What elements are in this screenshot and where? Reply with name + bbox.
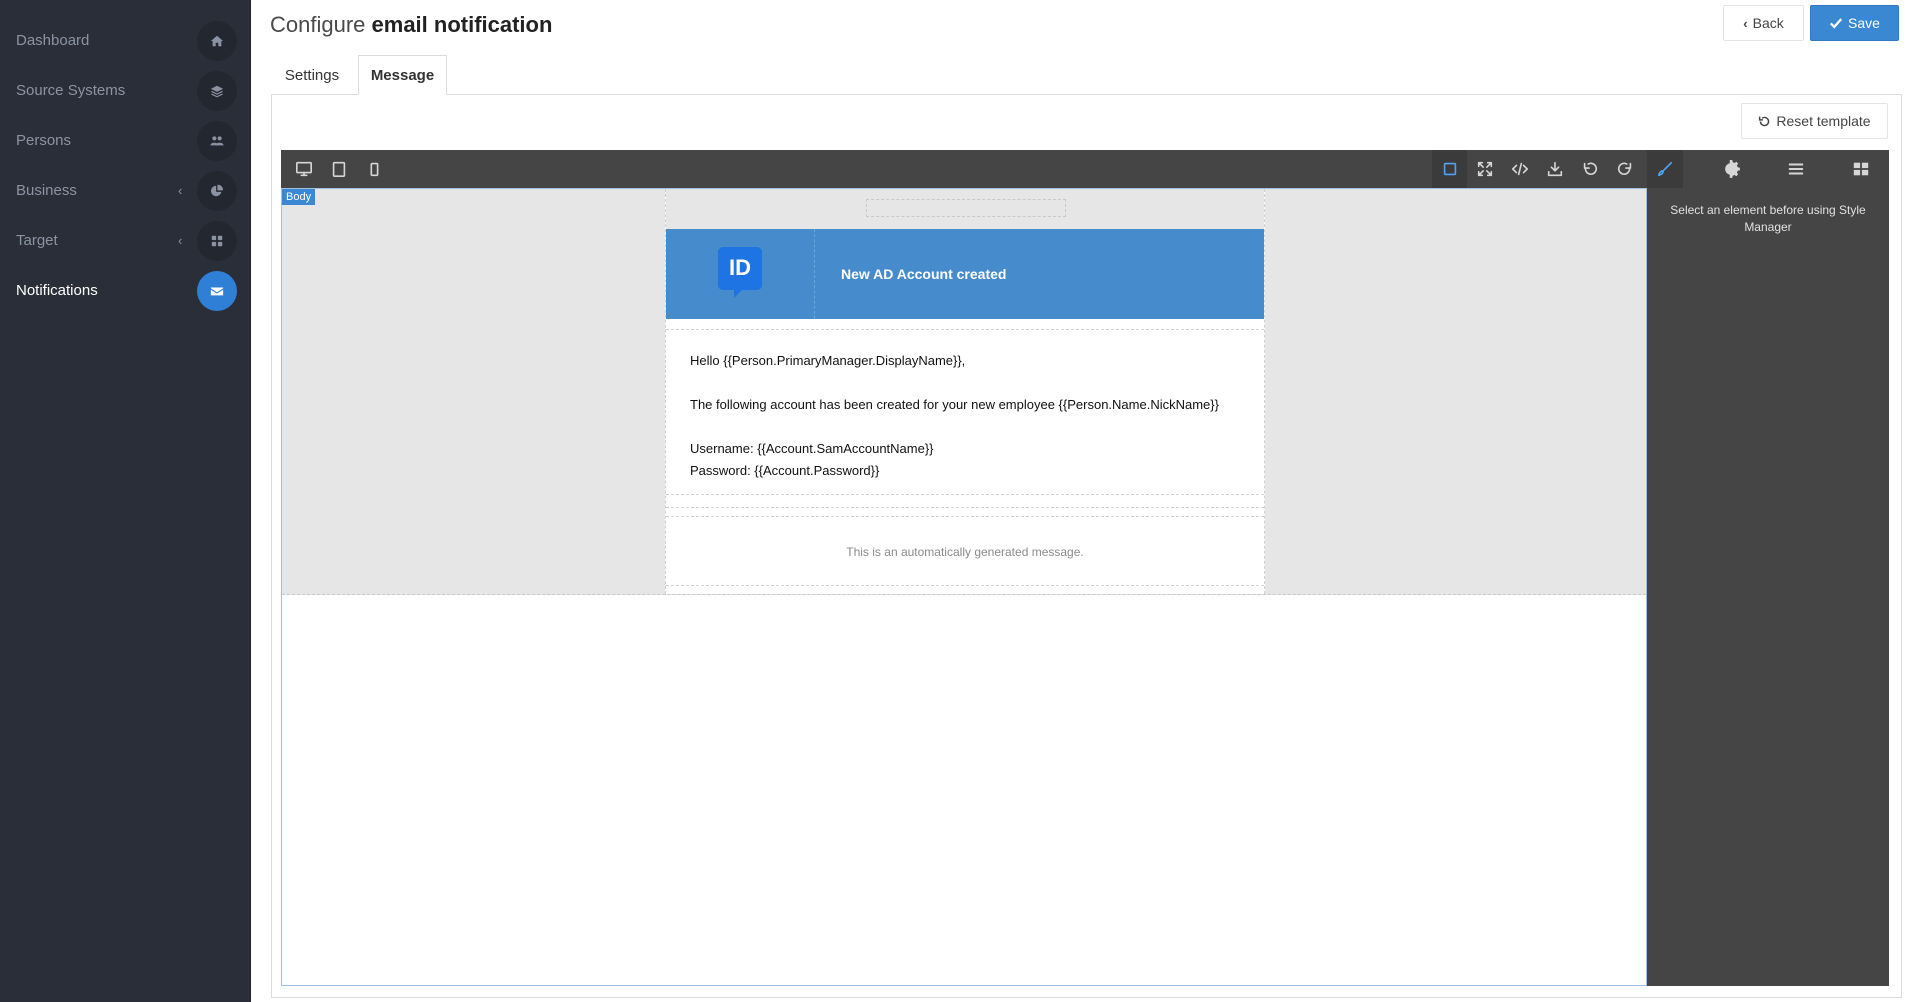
sidebar-item-persons[interactable]: Persons bbox=[0, 116, 251, 166]
id-logo: ID bbox=[718, 247, 762, 299]
sidebar-item-label: Target bbox=[16, 232, 58, 249]
chevron-left-icon: ‹ bbox=[178, 183, 183, 198]
tab-message[interactable]: Message bbox=[358, 55, 447, 95]
save-button-label: Save bbox=[1848, 15, 1880, 31]
tab-settings[interactable]: Settings bbox=[271, 55, 353, 95]
email-footer[interactable]: This is an automatically generated messa… bbox=[666, 524, 1264, 586]
email-template[interactable]: ID New AD Account created Hello {{Person… bbox=[665, 189, 1265, 594]
download-icon[interactable] bbox=[1537, 150, 1572, 188]
preheader-placeholder[interactable] bbox=[866, 199, 1066, 217]
chevron-left-icon: ‹ bbox=[1743, 15, 1748, 31]
sidebar-item-dashboard[interactable]: Dashboard bbox=[0, 16, 251, 66]
sidebar-item-notifications[interactable]: Notifications bbox=[0, 266, 251, 316]
undo-icon bbox=[1759, 116, 1770, 126]
body-badge: Body bbox=[282, 189, 316, 205]
sidebar-item-label: Dashboard bbox=[16, 32, 90, 49]
logo-text: ID bbox=[729, 255, 751, 280]
style-manager-panel: Select an element before using Style Man… bbox=[1647, 188, 1889, 986]
envelope-icon bbox=[197, 271, 237, 311]
chevron-left-icon: ‹ bbox=[178, 233, 183, 248]
save-button[interactable]: Save bbox=[1810, 5, 1899, 41]
code-icon[interactable] bbox=[1502, 150, 1537, 188]
sidebar-item-label: Source Systems bbox=[16, 82, 126, 99]
layers-icon bbox=[197, 71, 237, 111]
account-created-line[interactable]: The following account has been created f… bbox=[690, 394, 1240, 416]
device-mobile-icon[interactable] bbox=[356, 150, 391, 188]
username-line[interactable]: Username: {{Account.SamAccountName}} bbox=[690, 438, 1240, 460]
sidebar-item-label: Business bbox=[16, 182, 77, 199]
home-icon bbox=[197, 21, 237, 61]
editor-toolbar bbox=[281, 150, 1889, 188]
back-button[interactable]: ‹ Back bbox=[1723, 5, 1804, 41]
header-divider bbox=[814, 229, 815, 319]
page-title-bold: email notification bbox=[371, 12, 553, 37]
device-tablet-icon[interactable] bbox=[321, 150, 356, 188]
brush-icon[interactable] bbox=[1647, 150, 1683, 188]
reset-template-button[interactable]: Reset template bbox=[1741, 103, 1888, 139]
users-icon bbox=[197, 121, 237, 161]
back-button-label: Back bbox=[1752, 15, 1784, 31]
page-title-prefix: Configure bbox=[270, 12, 366, 37]
reset-template-label: Reset template bbox=[1776, 113, 1871, 129]
password-line[interactable]: Password: {{Account.Password}} bbox=[690, 460, 1240, 482]
page-title: Configure email notification bbox=[270, 12, 552, 38]
email-preheader[interactable] bbox=[666, 189, 1264, 229]
sidebar-item-label: Persons bbox=[16, 132, 72, 149]
layers-menu-icon[interactable] bbox=[1778, 150, 1813, 188]
style-manager-hint: Select an element before using Style Man… bbox=[1670, 203, 1866, 234]
email-body-text[interactable]: Hello {{Person.PrimaryManager.DisplayNam… bbox=[666, 329, 1264, 495]
sidebar-item-target[interactable]: Target ‹ bbox=[0, 216, 251, 266]
undo-icon[interactable] bbox=[1572, 150, 1607, 188]
email-header[interactable]: ID New AD Account created bbox=[666, 229, 1264, 319]
grid-icon bbox=[197, 221, 237, 261]
sidebar-item-business[interactable]: Business ‹ bbox=[0, 166, 251, 216]
blocks-icon[interactable] bbox=[1843, 150, 1878, 188]
fullscreen-icon[interactable] bbox=[1467, 150, 1502, 188]
sidebar-item-label: Notifications bbox=[16, 282, 98, 299]
editor-canvas[interactable]: Body ID New AD Account created Hello {{P… bbox=[281, 188, 1647, 986]
email-header-title[interactable]: New AD Account created bbox=[841, 229, 1006, 319]
sidebar-item-source-systems[interactable]: Source Systems bbox=[0, 66, 251, 116]
check-icon bbox=[1829, 18, 1843, 29]
pie-chart-icon bbox=[197, 171, 237, 211]
greeting-line[interactable]: Hello {{Person.PrimaryManager.DisplayNam… bbox=[690, 350, 1240, 372]
redo-icon[interactable] bbox=[1607, 150, 1642, 188]
device-desktop-icon[interactable] bbox=[286, 150, 321, 188]
gear-icon[interactable] bbox=[1713, 150, 1748, 188]
sw-visibility-icon[interactable] bbox=[1432, 150, 1467, 188]
sidebar: Dashboard Source Systems Persons Busines… bbox=[0, 0, 251, 1002]
email-separator[interactable] bbox=[666, 507, 1264, 517]
